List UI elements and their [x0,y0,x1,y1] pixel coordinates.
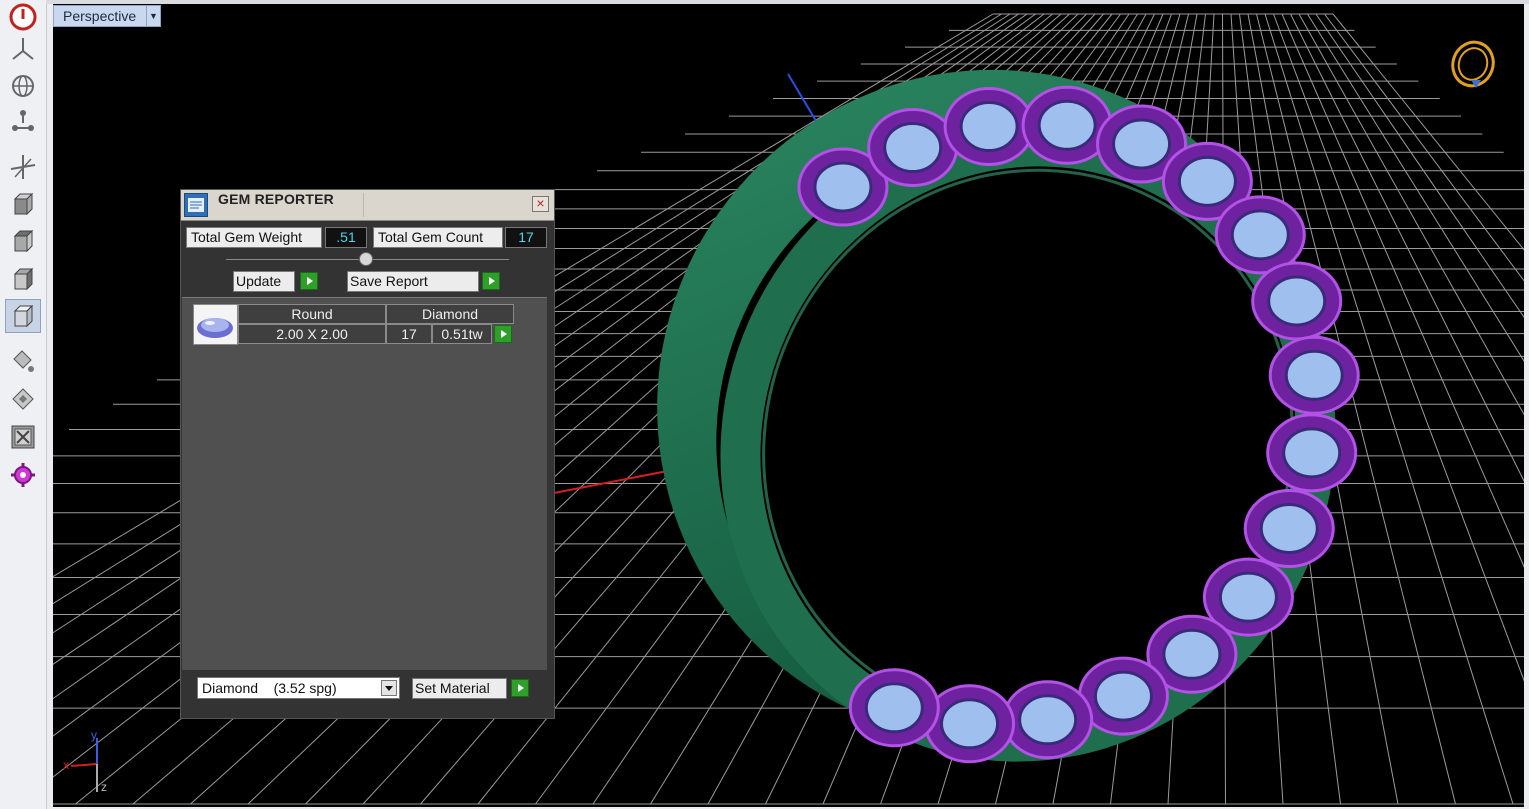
power-icon[interactable] [5,0,41,34]
left-toolbar [0,0,47,809]
axis-label-x: x [63,758,69,772]
material-select[interactable]: Diamond (3.52 spg) [197,677,400,699]
total-gem-count-value: 17 [505,227,547,248]
cube-right-icon[interactable] [5,262,41,296]
update-button[interactable]: Update [233,271,295,292]
cube-front-icon[interactable] [5,187,41,221]
stamp-icon[interactable] [5,382,41,416]
set-material-button[interactable]: Set Material [412,678,507,699]
gem-reporter-logo-icon [184,193,208,217]
gem-weight-cell: 0.51tw [432,324,492,344]
gem-row-go-icon[interactable] [494,325,512,343]
nodes-icon[interactable] [5,104,41,138]
cube-top-icon[interactable] [5,224,41,258]
panel-title: GEM REPORTER [218,191,334,207]
axis-label-y: y [91,728,97,742]
axis-label-z: z [101,780,107,794]
bucket-icon[interactable] [5,344,41,378]
gem-type-header: Diamond [386,304,514,324]
update-go-icon[interactable] [300,272,318,290]
round-gem-thumbnail-icon[interactable] [193,304,238,345]
cube-perspective-icon[interactable] [5,299,41,333]
viewport-label[interactable]: Perspective ▼ [53,5,161,27]
chevron-down-icon[interactable] [381,680,397,696]
close-icon[interactable]: × [532,196,549,212]
panel-slider-handle[interactable] [359,252,373,266]
nav-cube-widget [1451,40,1495,88]
gem-list [182,297,547,670]
ring-model [657,69,1360,764]
save-report-go-icon[interactable] [482,272,500,290]
gem-size-cell: 2.00 X 2.00 [238,324,386,344]
transform-icon[interactable] [5,150,41,184]
gem-shape-header: Round [238,304,386,324]
settings-gear-icon[interactable] [5,458,41,492]
title-divider [363,193,364,217]
set-material-go-icon[interactable] [511,679,529,697]
save-report-button[interactable]: Save Report [347,271,479,292]
collapse-icon[interactable] [5,420,41,454]
total-gem-count-label: Total Gem Count [373,227,503,248]
total-gem-weight-value: .51 [325,227,367,248]
total-gem-weight-label: Total Gem Weight [186,227,322,248]
material-select-value: Diamond (3.52 spg) [202,680,337,696]
plane-icon[interactable] [5,32,41,66]
panel-titlebar[interactable]: GEM REPORTER × [181,190,554,221]
viewport-label-text: Perspective [63,8,137,24]
gem-count-cell: 17 [386,324,432,344]
gem-reporter-panel: GEM REPORTER × Total Gem Weight .51 Tota… [180,189,555,719]
chevron-down-icon[interactable]: ▼ [146,6,160,26]
globe-icon[interactable] [5,69,41,103]
